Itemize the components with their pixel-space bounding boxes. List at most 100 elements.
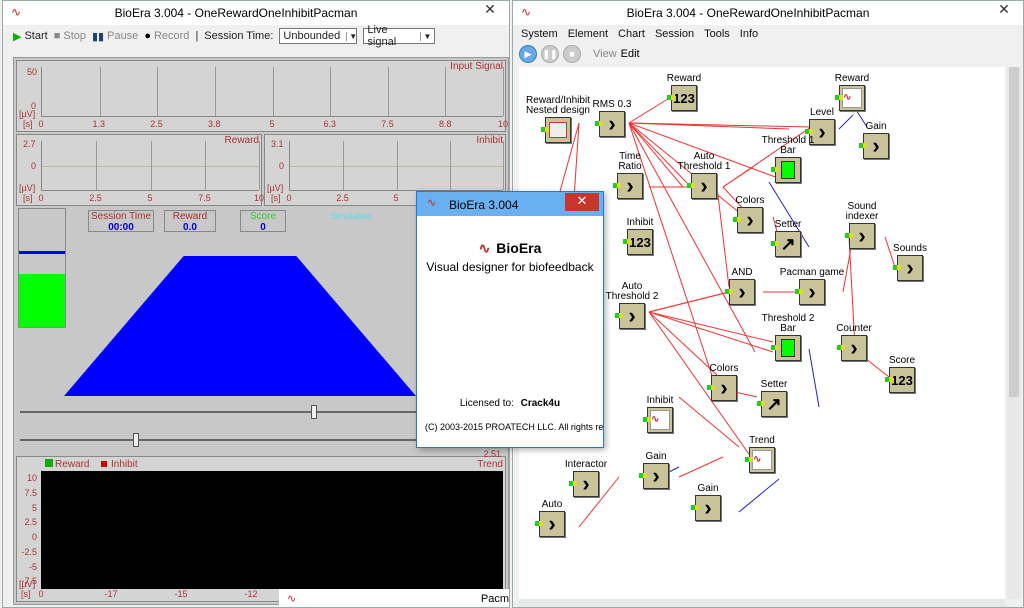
element-label: Inhibit <box>646 395 674 406</box>
view-button[interactable]: View <box>593 48 617 60</box>
play-icon: ▶ <box>13 30 22 43</box>
record-icon: ● <box>144 30 151 42</box>
menu-info[interactable]: Info <box>740 28 758 40</box>
grid-line <box>157 67 159 116</box>
element-label: Gain <box>865 121 887 132</box>
output-port[interactable] <box>749 457 753 462</box>
output-port[interactable] <box>849 233 853 238</box>
chevron-down-icon: ▼ <box>420 31 431 41</box>
pause-button[interactable]: ▮▮ Pause <box>92 30 138 43</box>
y-unit: [µV] <box>19 109 36 119</box>
output-port[interactable] <box>775 345 779 350</box>
x-tick: 5 <box>393 193 399 203</box>
slider-thumb[interactable] <box>310 405 317 419</box>
output-port[interactable] <box>711 385 715 390</box>
output-port[interactable] <box>889 377 893 382</box>
y-tick: 10 <box>26 473 37 483</box>
bioera-logo-icon: ∿ <box>287 593 297 605</box>
slider-2[interactable] <box>16 430 420 450</box>
stop-button[interactable]: ■ Stop <box>54 30 86 42</box>
element-label: Counter <box>836 323 872 334</box>
stop-icon[interactable]: ■ <box>563 45 581 63</box>
about-titlebar[interactable]: ∿ BioEra 3.004 ✕ <box>417 192 603 216</box>
output-port[interactable] <box>643 473 647 478</box>
slider-thumb[interactable] <box>133 433 140 447</box>
pacman-maze <box>64 256 416 396</box>
close-button[interactable]: ✕ <box>475 1 505 21</box>
output-port[interactable] <box>839 95 843 100</box>
grid-line <box>204 141 206 190</box>
y-tick: 2.5 <box>24 517 37 528</box>
x-tick: 6.3 <box>323 119 337 129</box>
x-tick: 1.3 <box>92 119 106 129</box>
element-label: Auto <box>541 499 563 510</box>
scroll-thumb[interactable] <box>1009 67 1019 397</box>
y-tick: 0 <box>31 532 37 542</box>
menu-element[interactable]: Element <box>568 28 608 40</box>
output-port[interactable] <box>627 239 631 244</box>
y-unit: [µV] <box>19 579 36 589</box>
design-titlebar[interactable]: ∿ BioEra 3.004 - OneRewardOneInhibitPacm… <box>513 1 1023 25</box>
pacman-titlebar[interactable]: ∿ BioEra 3.004 - OneRewardOneInhibitPacm… <box>3 1 509 25</box>
reward-chart: Reward 2.7 0 [µV] [s] 0 2.5 5 7.5 10 <box>16 134 264 206</box>
grid-line <box>445 67 447 116</box>
close-button[interactable]: ✕ <box>565 193 599 211</box>
output-port[interactable] <box>647 417 651 422</box>
start-button[interactable]: ▶ Start <box>13 30 48 43</box>
pause-icon[interactable]: ❚❚ <box>541 45 559 63</box>
window-title: BioEra 3.004 - OneRewardOneInhibitPacman <box>114 6 358 20</box>
session-time-select[interactable]: Unbounded ▼ <box>279 28 358 44</box>
grid <box>41 67 504 117</box>
output-port[interactable] <box>775 167 779 172</box>
grid-line <box>150 141 152 190</box>
play-icon[interactable]: ▶ <box>519 45 537 63</box>
vertical-scrollbar[interactable] <box>1007 67 1021 599</box>
session-time-box: Session Time 00:00 <box>88 210 154 233</box>
trend-canvas <box>41 471 503 589</box>
close-button[interactable]: ✕ <box>989 1 1019 21</box>
horizontal-scrollbar[interactable] <box>519 599 1005 607</box>
x-tick: 5 <box>147 193 153 203</box>
output-port[interactable] <box>599 121 603 126</box>
legend-reward: Reward <box>45 459 89 470</box>
output-port[interactable] <box>729 289 733 294</box>
output-port[interactable] <box>863 143 867 148</box>
menu-session[interactable]: Session <box>655 28 694 40</box>
product-name: ∿ BioEra <box>478 240 542 256</box>
output-port[interactable] <box>619 313 623 318</box>
output-port[interactable] <box>841 345 845 350</box>
bottom-taskbar-tab[interactable]: ∿ Pacm <box>279 589 509 607</box>
output-port[interactable] <box>545 127 549 132</box>
output-port[interactable] <box>761 401 765 406</box>
menu-chart[interactable]: Chart <box>618 28 645 40</box>
output-port[interactable] <box>809 129 813 134</box>
tagline: Visual designer for biofeedback <box>426 260 594 274</box>
output-port[interactable] <box>897 265 901 270</box>
output-port[interactable] <box>617 183 621 188</box>
slider-1[interactable] <box>16 402 420 422</box>
grid-line <box>449 141 451 190</box>
signal-select[interactable]: Live signal ▼ <box>363 24 436 48</box>
output-port[interactable] <box>775 241 779 246</box>
x-unit: [s] <box>23 119 33 129</box>
grid <box>41 141 260 191</box>
record-button[interactable]: ● Record <box>144 30 189 42</box>
edit-button[interactable]: Edit <box>621 48 640 60</box>
element-label: Pacman game <box>779 267 845 278</box>
output-port[interactable] <box>539 521 543 526</box>
about-dialog: ∿ BioEra 3.004 ✕ ∿ BioEra Visual designer… <box>416 191 604 448</box>
output-port[interactable] <box>691 183 695 188</box>
output-port[interactable] <box>671 95 675 100</box>
output-port[interactable] <box>573 481 577 486</box>
y-tick: -2.5 <box>21 546 37 557</box>
grid-line <box>259 141 260 190</box>
menu-system[interactable]: System <box>521 28 558 40</box>
x-unit: [s] <box>21 589 31 599</box>
y-unit: [µV] <box>267 183 284 193</box>
output-port[interactable] <box>695 505 699 510</box>
x-tick: 8.8 <box>438 119 452 129</box>
output-port[interactable] <box>799 289 803 294</box>
menu-tools[interactable]: Tools <box>704 28 730 40</box>
grid-line <box>387 67 389 116</box>
element-label: Auto Threshold 1 <box>677 151 731 172</box>
